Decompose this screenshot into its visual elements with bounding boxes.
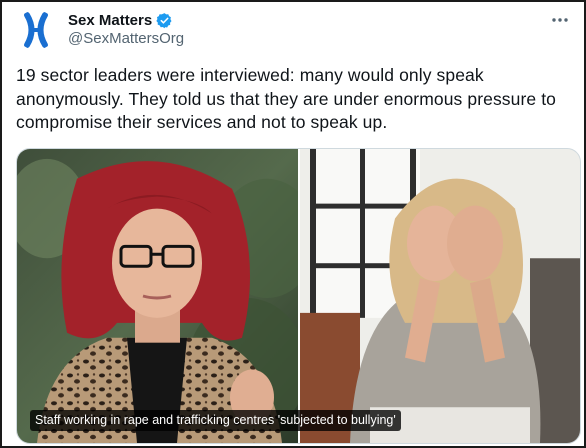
media-caption: Staff working in rape and trafficking ce… (30, 410, 401, 431)
tweet-header: Sex Matters @SexMattersOrg (16, 10, 570, 54)
display-name[interactable]: Sex Matters (68, 12, 152, 29)
photo-woman-covering-face (300, 149, 580, 443)
photo-woman-portrait (17, 149, 298, 443)
handle[interactable]: @SexMattersOrg (68, 30, 184, 47)
verified-badge-icon (156, 12, 172, 28)
more-dots-icon[interactable] (550, 12, 570, 28)
media-container[interactable]: Staff working in rape and trafficking ce… (16, 148, 581, 444)
chromosome-x-logo-icon (16, 10, 56, 50)
name-row: Sex Matters (68, 10, 173, 30)
tweet-card[interactable]: Sex Matters @SexMattersOrg 19 sector lea… (0, 0, 586, 448)
avatar[interactable] (16, 10, 56, 50)
tweet-text: 19 sector leaders were interviewed: many… (16, 65, 556, 132)
